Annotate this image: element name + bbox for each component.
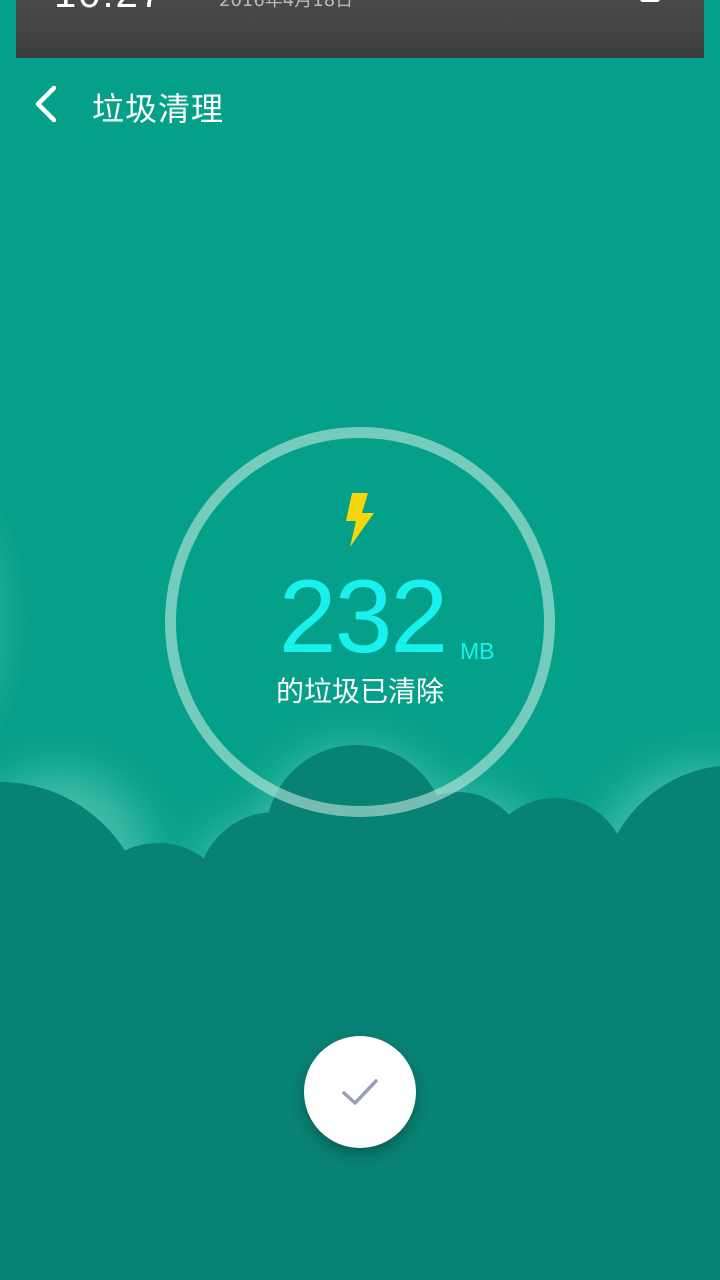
app-header: 垃圾清理 — [0, 70, 720, 140]
page-title: 垃圾清理 — [92, 90, 225, 128]
cleaned-label: 的垃圾已清除 — [275, 675, 444, 708]
cleaned-size-value: 232 — [278, 559, 449, 675]
done-button[interactable] — [304, 1036, 416, 1148]
cleaned-size-unit: MB — [460, 638, 495, 664]
junk-clean-result-screen: 10:27 2016年4月18日 — [0, 0, 720, 1280]
lightning-bolt-icon — [346, 493, 374, 547]
checkmark-icon — [342, 1079, 378, 1105]
chevron-left-icon[interactable] — [24, 82, 68, 126]
